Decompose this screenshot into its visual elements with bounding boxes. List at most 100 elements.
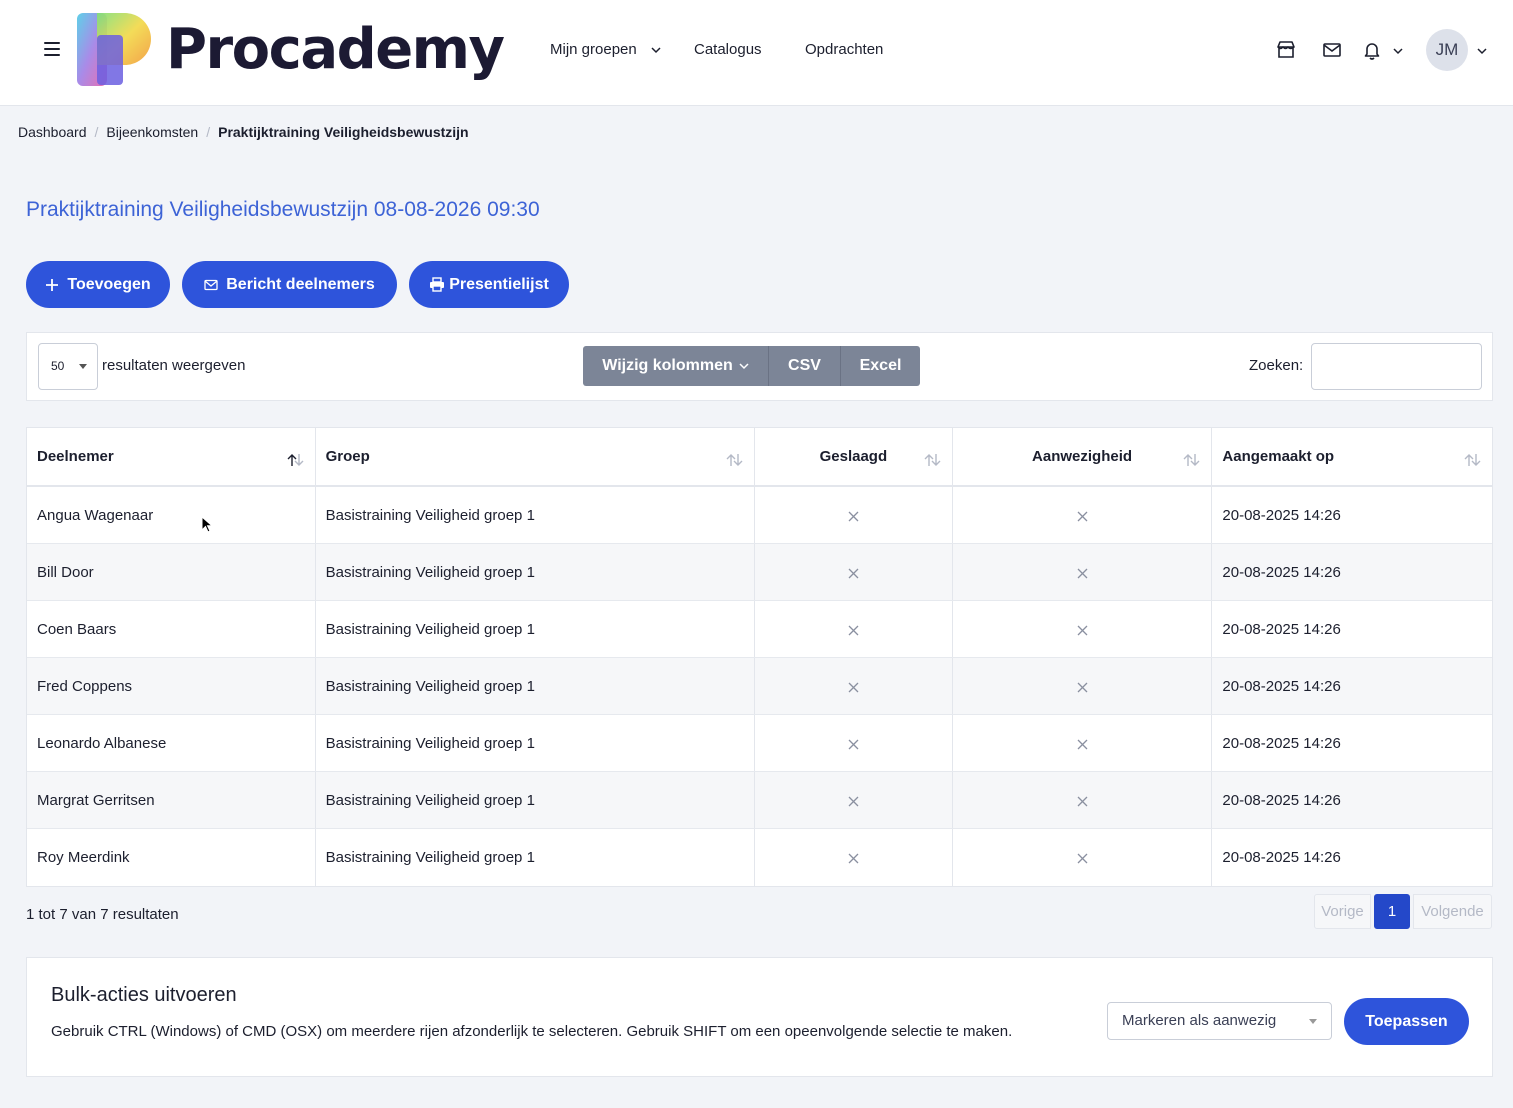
participant-group: Basistraining Veiligheid groep 1 — [316, 601, 755, 657]
export-button-group: Wijzig kolommen CSV Excel — [583, 346, 920, 386]
mail-icon[interactable] — [1321, 39, 1343, 61]
change-columns-label: Wijzig kolommen — [602, 357, 733, 374]
column-header-label: Geslaagd — [819, 448, 888, 465]
nav-my-groups[interactable]: Mijn groepen — [550, 40, 661, 60]
breadcrumb-meetings[interactable]: Bijeenkomsten — [106, 124, 198, 140]
csv-export-button[interactable]: CSV — [769, 346, 841, 386]
breadcrumb-dashboard[interactable]: Dashboard — [18, 124, 87, 140]
menu-icon[interactable] — [44, 42, 60, 56]
excel-export-button[interactable]: Excel — [841, 346, 920, 386]
page-length-label: resultaten weergeven — [102, 357, 246, 374]
bulk-action-select[interactable]: Markeren als aanwezig — [1107, 1002, 1332, 1040]
brand-name[interactable]: Procademy — [166, 14, 505, 86]
column-header-participant[interactable]: Deelnemer — [27, 428, 316, 485]
created-date: 20-08-2025 14:26 — [1222, 507, 1341, 524]
caret-down-icon — [1309, 1019, 1317, 1024]
close-icon — [1077, 625, 1088, 635]
nav-assignments[interactable]: Opdrachten — [805, 40, 883, 60]
avatar[interactable]: JM — [1426, 29, 1468, 71]
top-navbar: Procademy Mijn groepen Catalogus Opdrach… — [0, 0, 1513, 106]
message-participants-button[interactable]: Bericht deelnemers — [182, 261, 397, 308]
sort-icon — [924, 454, 941, 466]
participant-group: Basistraining Veiligheid groep 1 — [316, 544, 755, 600]
passed-cell — [755, 829, 953, 886]
participant-name: Roy Meerdink — [27, 829, 316, 886]
next-page-button[interactable]: Volgende — [1413, 894, 1492, 929]
caret-down-icon — [79, 364, 87, 369]
table-row[interactable]: Coen Baars Basistraining Veiligheid groe… — [27, 601, 1492, 658]
close-icon — [1077, 796, 1088, 806]
store-icon[interactable] — [1275, 39, 1297, 61]
bulk-actions-card: Bulk-acties uitvoeren Gebruik CTRL (Wind… — [26, 957, 1493, 1077]
close-icon — [848, 568, 859, 578]
message-participants-label: Bericht deelnemers — [226, 275, 375, 293]
close-icon — [848, 625, 859, 635]
add-button[interactable]: Toevoegen — [26, 261, 170, 308]
breadcrumb-current: Praktijktraining Veiligheidsbewustzijn — [218, 124, 469, 140]
mail-icon — [204, 279, 218, 290]
close-icon — [848, 739, 859, 749]
close-icon — [848, 796, 859, 806]
participant-group: Basistraining Veiligheid groep 1 — [316, 715, 755, 771]
chevron-down-icon — [651, 47, 661, 54]
column-header-group[interactable]: Groep — [316, 428, 755, 485]
procademy-logo-icon[interactable] — [77, 13, 151, 86]
passed-cell — [755, 772, 953, 828]
search-label: Zoeken: — [1249, 357, 1304, 374]
notifications-chevron-icon[interactable] — [1393, 46, 1403, 56]
nav-my-groups-label: Mijn groepen — [550, 41, 637, 58]
created-date: 20-08-2025 14:26 — [1222, 849, 1341, 866]
breadcrumb-separator: / — [94, 124, 99, 140]
bulk-actions-title: Bulk-acties uitvoeren — [51, 984, 237, 1006]
page-title: Praktijktraining Veiligheidsbewustzijn 0… — [26, 198, 540, 221]
participant-name: Angua Wagenaar — [27, 487, 316, 543]
table-row[interactable]: Leonardo Albanese Basistraining Veilighe… — [27, 715, 1492, 772]
table-header-row: Deelnemer Groep Geslaagd Aanwezigheid Aa… — [27, 428, 1492, 487]
printer-icon — [430, 277, 445, 292]
column-header-passed[interactable]: Geslaagd — [755, 428, 953, 485]
table-row[interactable]: Roy Meerdink Basistraining Veiligheid gr… — [27, 829, 1492, 886]
nav-catalog[interactable]: Catalogus — [694, 40, 762, 60]
passed-cell — [755, 601, 953, 657]
passed-cell — [755, 715, 953, 771]
passed-cell — [755, 487, 953, 543]
created-date: 20-08-2025 14:26 — [1222, 564, 1341, 581]
bulk-action-selected: Markeren als aanwezig — [1122, 1012, 1277, 1029]
table-row[interactable]: Bill Door Basistraining Veiligheid groep… — [27, 544, 1492, 601]
close-icon — [1077, 511, 1088, 521]
participant-name: Bill Door — [27, 544, 316, 600]
result-info: 1 tot 7 van 7 resultaten — [26, 906, 179, 923]
column-header-attendance[interactable]: Aanwezigheid — [953, 428, 1213, 485]
sort-icon — [1464, 454, 1481, 466]
pagination: Vorige 1 Volgende — [1314, 894, 1492, 929]
participant-group: Basistraining Veiligheid groep 1 — [316, 829, 755, 886]
passed-cell — [755, 544, 953, 600]
column-header-label: Aanwezigheid — [1032, 448, 1133, 465]
table-row[interactable]: Angua Wagenaar Basistraining Veiligheid … — [27, 487, 1492, 544]
participant-name: Margrat Gerritsen — [27, 772, 316, 828]
table-toolbar: 50 resultaten weergeven Wijzig kolommen … — [26, 332, 1493, 401]
column-header-created[interactable]: Aangemaakt op — [1212, 428, 1492, 485]
attendance-cell — [953, 544, 1213, 600]
attendance-cell — [953, 772, 1213, 828]
close-icon — [848, 853, 859, 863]
close-icon — [1077, 853, 1088, 863]
table-row[interactable]: Fred Coppens Basistraining Veiligheid gr… — [27, 658, 1492, 715]
search-input[interactable] — [1311, 343, 1482, 390]
previous-page-button[interactable]: Vorige — [1314, 894, 1371, 929]
bell-icon[interactable] — [1361, 39, 1383, 61]
table-row[interactable]: Margrat Gerritsen Basistraining Veilighe… — [27, 772, 1492, 829]
participant-group: Basistraining Veiligheid groep 1 — [316, 772, 755, 828]
created-date: 20-08-2025 14:26 — [1222, 792, 1341, 809]
participant-name: Fred Coppens — [27, 658, 316, 714]
user-menu-chevron-icon[interactable] — [1477, 46, 1487, 56]
close-icon — [848, 511, 859, 521]
attendance-list-button[interactable]: Presentielijst — [409, 261, 569, 308]
page-button-current[interactable]: 1 — [1374, 894, 1410, 929]
attendance-cell — [953, 601, 1213, 657]
page-length-select[interactable]: 50 — [38, 343, 98, 390]
created-date: 20-08-2025 14:26 — [1222, 678, 1341, 695]
created-date: 20-08-2025 14:26 — [1222, 735, 1341, 752]
change-columns-button[interactable]: Wijzig kolommen — [583, 346, 769, 386]
apply-button[interactable]: Toepassen — [1344, 998, 1469, 1045]
